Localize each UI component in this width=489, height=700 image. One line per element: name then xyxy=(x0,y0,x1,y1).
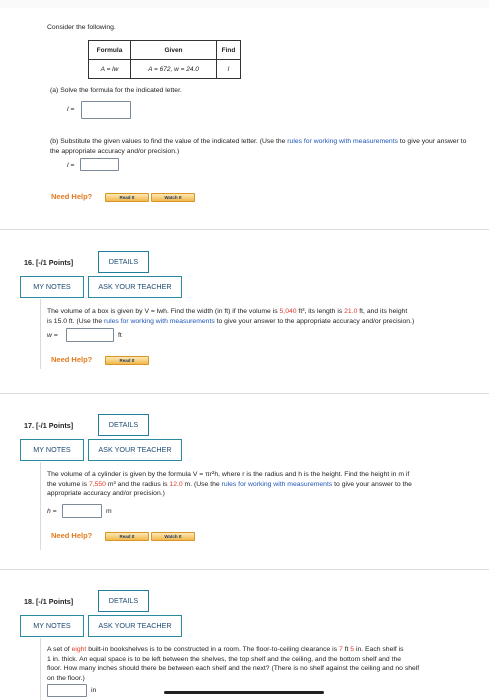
q17-answer-input[interactable] xyxy=(62,504,102,518)
q17-watch-it-button[interactable]: Watch It xyxy=(151,532,195,541)
q18-my-notes-button[interactable]: MY NOTES xyxy=(20,615,84,637)
q17-ask-teacher-button[interactable]: ASK YOUR TEACHER xyxy=(88,439,182,461)
q18-body-rule xyxy=(40,638,41,700)
q18-details-button[interactable]: DETAILS xyxy=(98,590,149,612)
consider-text: Consider the following. xyxy=(47,24,116,31)
horizontal-scrollbar[interactable] xyxy=(164,691,324,694)
part-b-label: l = xyxy=(67,162,75,169)
table-cell-given: A = 672, w = 24.0 xyxy=(130,59,217,79)
q17-answer-label: h = xyxy=(47,508,57,515)
read-it-button[interactable]: Read It xyxy=(105,193,149,202)
q16-details-button[interactable]: DETAILS xyxy=(98,251,149,273)
part-b-prompt: (b) Substitute the given values to find … xyxy=(50,138,467,155)
q16-my-notes-button[interactable]: MY NOTES xyxy=(20,276,84,298)
formula-table: Formula Given Find A = lw A = 672, w = 2… xyxy=(88,40,241,79)
table-cell-find: l xyxy=(216,59,241,79)
table-header-formula: Formula xyxy=(88,40,131,60)
table-header-given: Given xyxy=(130,40,217,60)
watch-it-button[interactable]: Watch It xyxy=(151,193,195,202)
q17-rules-link[interactable]: rules for working with measurements xyxy=(222,481,333,488)
table-header-find: Find xyxy=(216,40,241,60)
need-help-label: Need Help? xyxy=(51,192,93,201)
q18-ask-teacher-button[interactable]: ASK YOUR TEACHER xyxy=(88,615,182,637)
part-a-label: l = xyxy=(67,106,75,113)
top-strip xyxy=(0,0,489,8)
q16-need-help-label: Need Help? xyxy=(51,355,93,364)
separator xyxy=(0,393,489,394)
q16-answer-input[interactable] xyxy=(66,328,114,342)
q17-body-rule xyxy=(40,462,41,550)
q16-body-rule xyxy=(40,299,41,369)
separator xyxy=(0,569,489,570)
part-a-answer-input[interactable] xyxy=(81,101,131,119)
q17-header: 17. [-/1 Points] xyxy=(24,421,74,430)
part-a-prompt: (a) Solve the formula for the indicated … xyxy=(50,87,182,94)
q16-ask-teacher-button[interactable]: ASK YOUR TEACHER xyxy=(88,276,182,298)
q17-read-it-button[interactable]: Read It xyxy=(105,532,149,541)
q18-answer-input[interactable] xyxy=(47,684,87,697)
q16-read-it-button[interactable]: Read It xyxy=(105,356,149,365)
separator xyxy=(0,229,489,230)
part-b-answer-input[interactable] xyxy=(80,158,119,171)
table-cell-formula: A = lw xyxy=(88,59,131,79)
q16-unit: ft xyxy=(118,332,122,339)
q16-problem-text: The volume of a box is given by V = lwh.… xyxy=(47,308,415,325)
q18-header: 18. [-/1 Points] xyxy=(24,597,74,606)
rules-link[interactable]: rules for working with measurements xyxy=(287,138,398,145)
q18-unit: in xyxy=(91,687,97,694)
q18-problem-text: A set of eight built-in bookshelves is t… xyxy=(47,646,420,682)
q17-unit: m xyxy=(106,508,112,515)
q16-header: 16. [-/1 Points] xyxy=(24,258,74,267)
q17-details-button[interactable]: DETAILS xyxy=(98,414,149,436)
q17-problem-text: The volume of a cylinder is given by the… xyxy=(47,471,412,497)
q17-my-notes-button[interactable]: MY NOTES xyxy=(20,439,84,461)
q17-need-help-label: Need Help? xyxy=(51,531,93,540)
q16-answer-label: w = xyxy=(47,332,58,339)
q16-rules-link[interactable]: rules for working with measurements xyxy=(104,318,215,325)
